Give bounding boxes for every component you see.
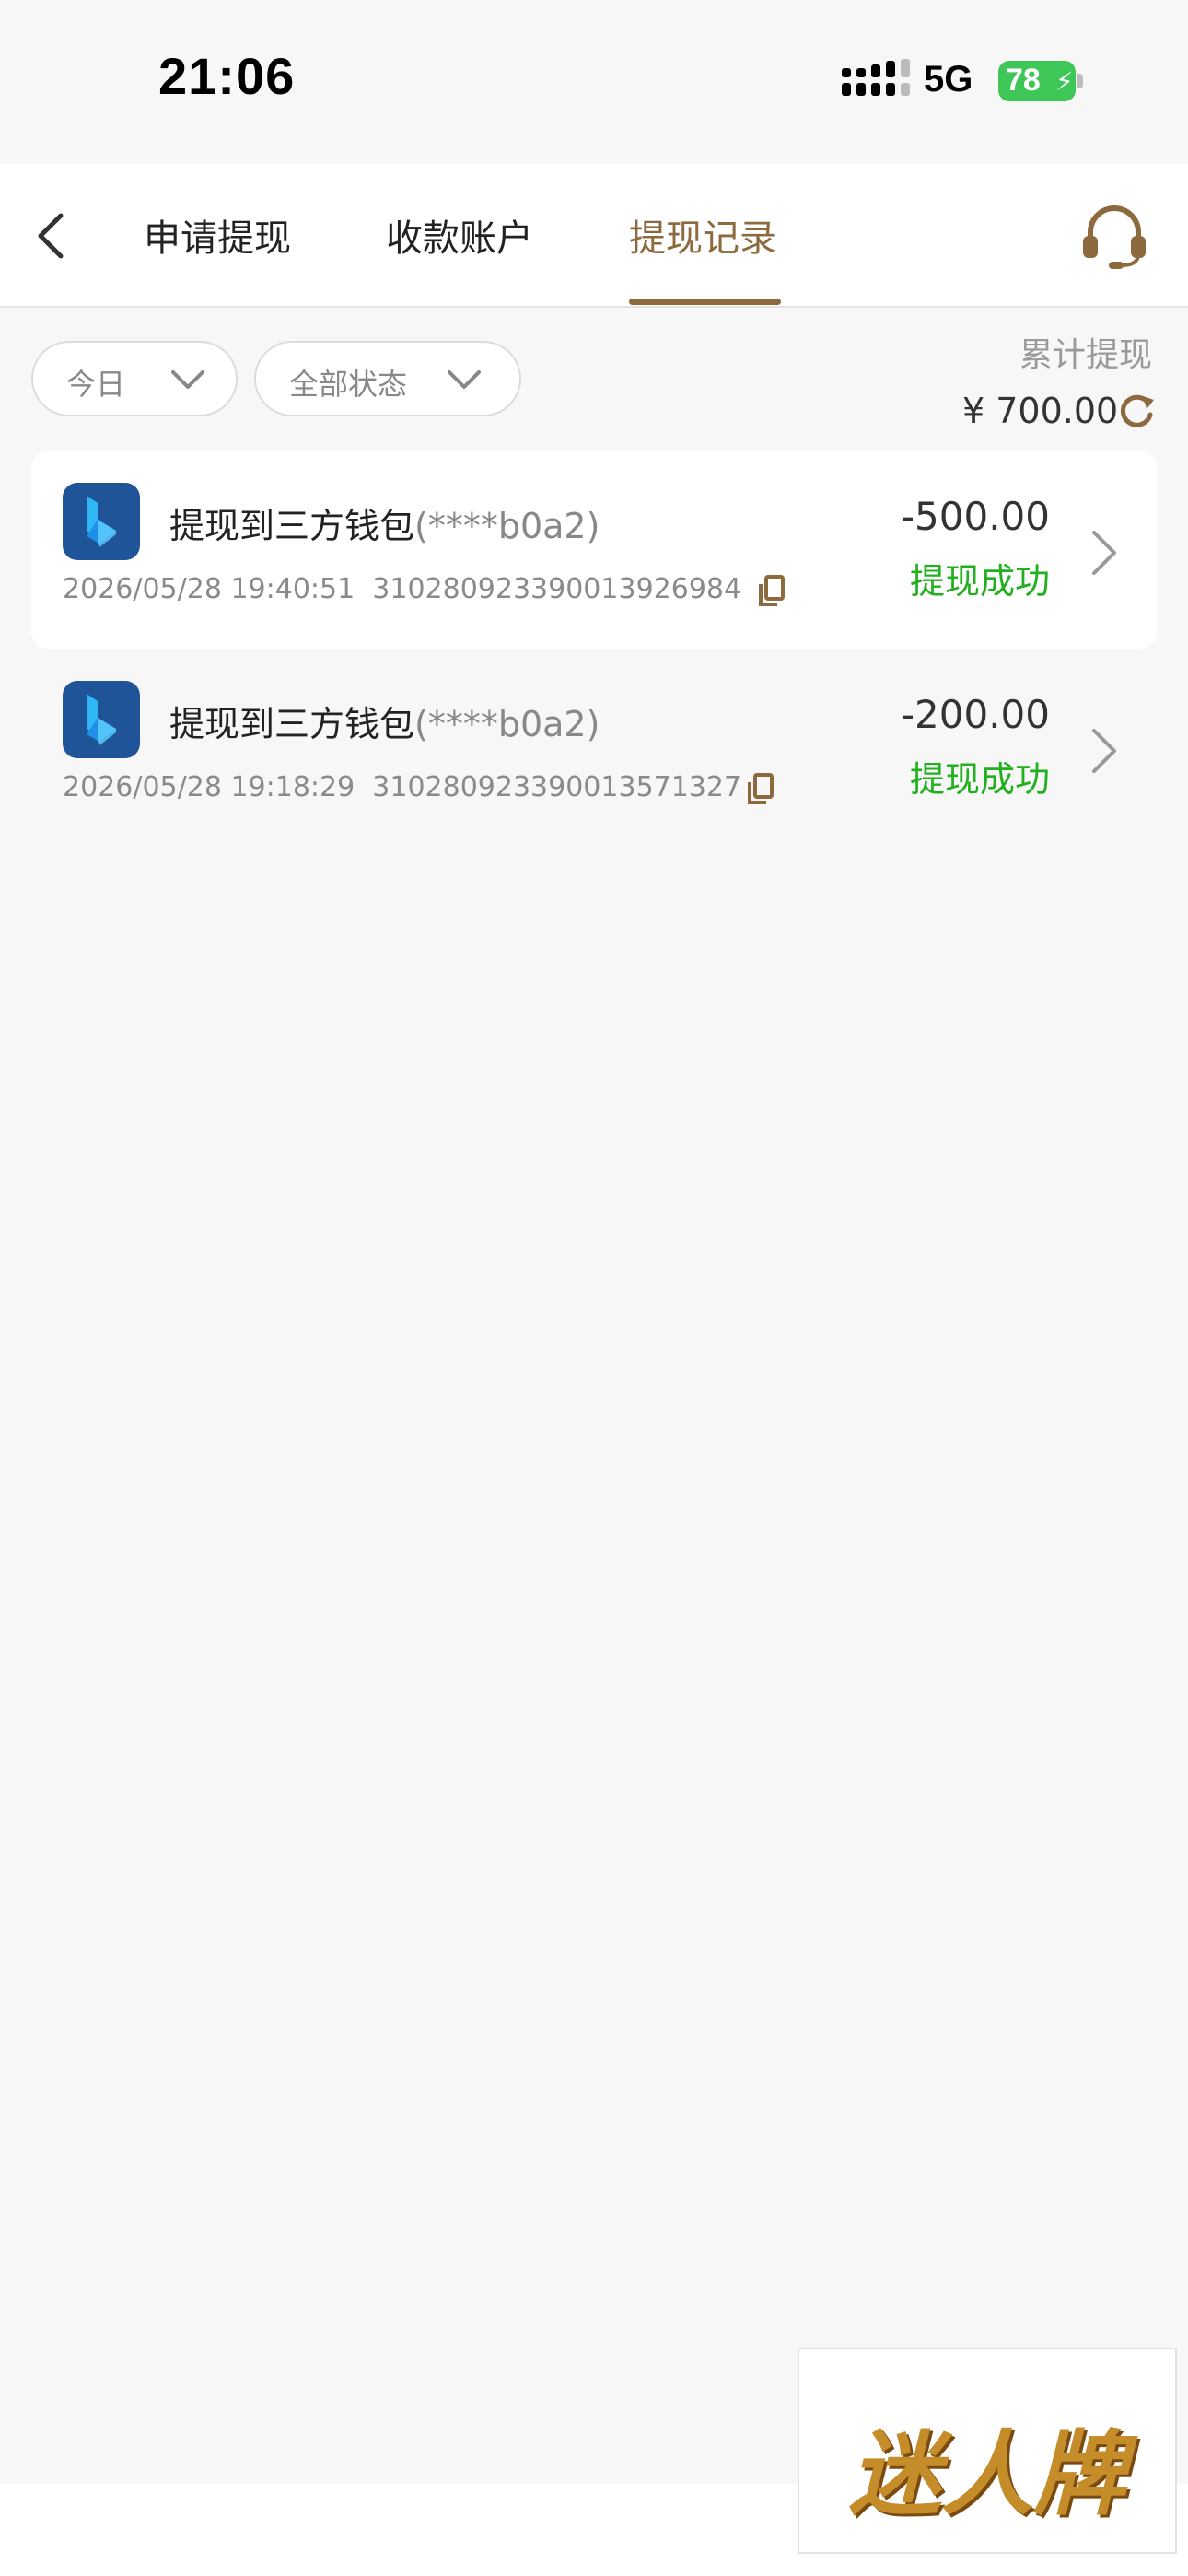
record-status: 提现成功 [909,561,1050,602]
status-bar: 21:06 5G 78 ⚡ [0,0,1188,164]
chevron-right-icon [1092,729,1116,773]
record-title-line: 提现到三方钱包(****b0a2) [169,498,600,548]
back-arrow-icon[interactable] [28,199,74,273]
tab-payee-account[interactable]: 收款账户 [386,208,533,262]
chevron-down-icon [171,370,204,389]
record-datetime: 2026/05/28 19:18:29 [63,771,355,803]
status-filter-dropdown[interactable]: 全部状态 [254,341,521,416]
wallet-app-icon [63,483,140,560]
record-amount: -500.00 [900,494,1050,539]
customer-service-headset-icon[interactable] [1077,199,1151,273]
wallet-app-icon [63,681,140,758]
chevron-right-icon [1092,531,1116,575]
watermark-logo: 迷人牌 [798,2348,1177,2554]
status-time: 21:06 [158,47,296,105]
nav-bar: 申请提现 收款账户 提现记录 [0,164,1188,308]
active-tab-indicator [629,299,781,305]
record-title-line: 提现到三方钱包(****b0a2) [169,696,600,746]
charging-bolt-icon: ⚡ [1055,66,1074,97]
tab-apply-withdraw[interactable]: 申请提现 [144,208,291,262]
record-order-no: 310280923390013926984 [372,573,742,605]
date-filter-dropdown[interactable]: 今日 [31,341,238,416]
record-title: 提现到三方钱包 [169,506,415,546]
copy-icon[interactable] [757,575,786,608]
record-meta: 2026/05/28 19:18:29 31028092339001357132… [63,771,741,803]
battery-icon: 78 ⚡ [998,61,1083,101]
record-amount: -200.00 [900,692,1050,737]
record-datetime: 2026/05/28 19:40:51 [63,573,355,605]
total-withdraw-amount: ¥ 700.00 [962,391,1119,431]
network-type: 5G [924,59,973,100]
watermark-text: 迷人牌 [849,2419,1125,2528]
total-withdraw-label: 累计提现 [1019,336,1153,374]
record-order-no: 310280923390013571327 [372,771,742,803]
tab-withdraw-records[interactable]: 提现记录 [629,208,776,262]
withdraw-record-item[interactable]: 提现到三方钱包(****b0a2) 2026/05/28 19:40:51 31… [31,451,1157,649]
record-account: (****b0a2) [414,704,600,744]
battery-level: 78 [1006,63,1041,98]
cellular-signal-icon [842,59,910,96]
chevron-down-icon [448,370,481,389]
record-status: 提现成功 [909,759,1050,800]
copy-icon[interactable] [746,773,775,806]
status-filter-label: 全部状态 [289,367,408,402]
date-filter-label: 今日 [66,367,126,402]
record-account: (****b0a2) [414,506,600,546]
record-meta: 2026/05/28 19:40:51 31028092339001392698… [63,573,741,605]
withdraw-record-item[interactable]: 提现到三方钱包(****b0a2) 2026/05/28 19:18:29 31… [31,650,1157,847]
record-title: 提现到三方钱包 [169,704,415,744]
refresh-icon[interactable] [1117,391,1158,431]
